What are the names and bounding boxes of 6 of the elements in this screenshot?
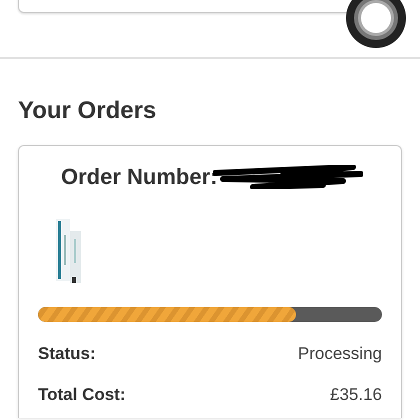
section-heading: Your Orders: [18, 97, 158, 125]
detail-label: Status:: [38, 344, 96, 364]
detail-value: £35.16: [330, 385, 382, 405]
detail-value: Processing: [298, 344, 382, 364]
order-number-label: Order Number:: [61, 164, 218, 190]
detail-label: Total Cost:: [38, 385, 126, 405]
